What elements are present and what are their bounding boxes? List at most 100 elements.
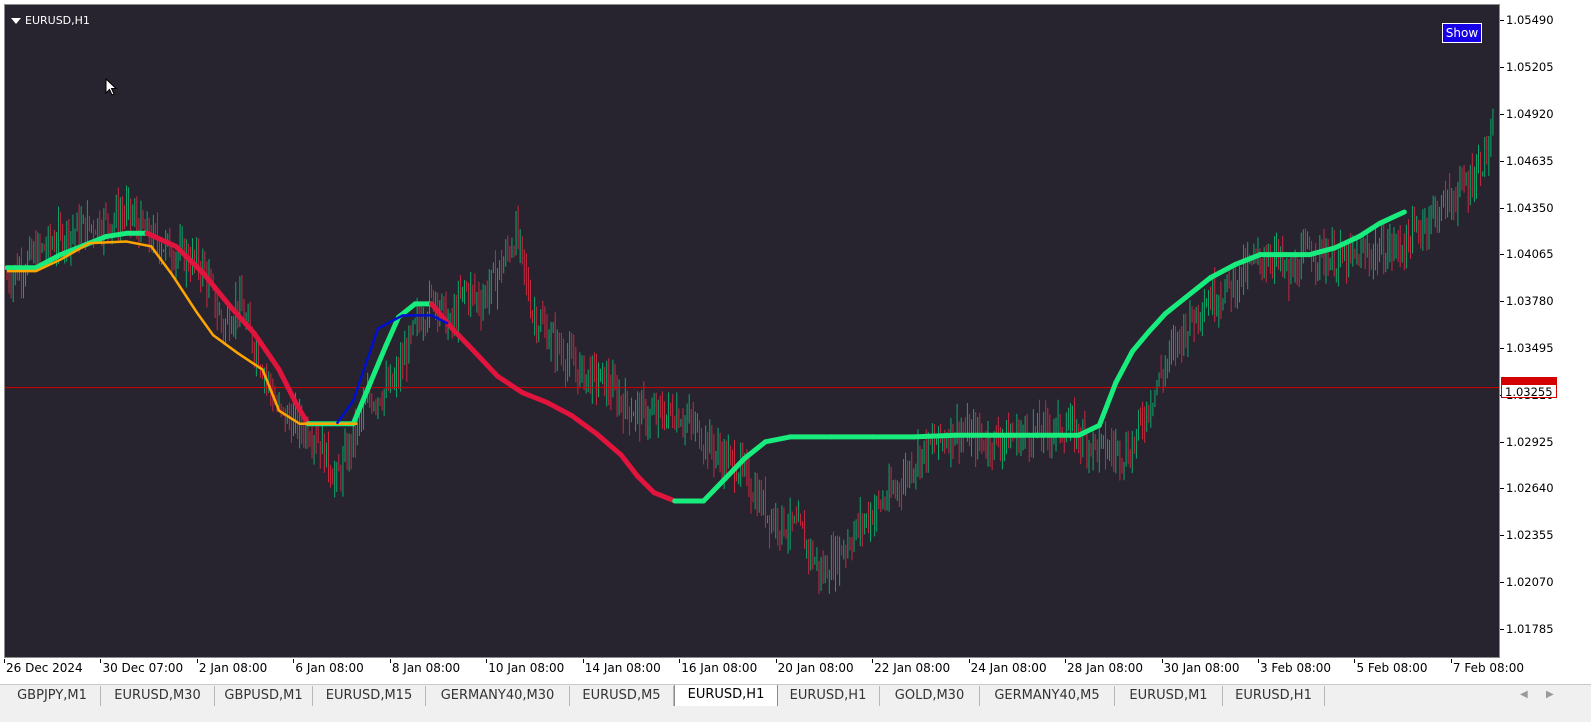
tab-germany40-m30[interactable]: GERMANY40,M30 <box>426 686 570 706</box>
trend-segment <box>618 452 641 479</box>
x-tick-mark <box>872 659 874 663</box>
x-tick-label: 30 Dec 07:00 <box>102 661 184 675</box>
tab-scroll-right-icon[interactable]: ▶ <box>1546 689 1554 700</box>
x-tick-mark <box>389 659 391 663</box>
x-tick-mark <box>196 659 198 663</box>
x-tick-mark <box>1257 659 1259 663</box>
tab-scroll-left-icon[interactable]: ◀ <box>1520 689 1528 700</box>
trend-segment <box>367 342 389 387</box>
trend-segment <box>1162 294 1189 317</box>
y-tick-label: 1.04635 <box>1506 153 1554 168</box>
tab-eurusd-m5[interactable]: EURUSD,M5 <box>570 686 674 706</box>
x-tick-label: 7 Feb 08:00 <box>1452 661 1524 675</box>
x-tick-mark <box>1065 659 1067 663</box>
y-tick-label: 1.02070 <box>1506 575 1554 590</box>
y-tick-mark <box>1500 628 1504 630</box>
price-axis[interactable]: 1.05490 1.05205 1.04920 1.04635 1.04350 1.040… <box>1500 0 1591 660</box>
tab-eurusd-m30[interactable]: EURUSD,M30 <box>101 686 215 706</box>
x-tick-label: 20 Jan 08:00 <box>777 661 854 675</box>
tab-eurusd-m1[interactable]: EURUSD,M1 <box>1115 686 1223 706</box>
x-tick-label: 22 Jan 08:00 <box>874 661 951 675</box>
symbol-text: EURUSD,H1 <box>25 14 90 27</box>
y-tick-mark <box>1500 20 1504 22</box>
trend-segment <box>1307 245 1337 258</box>
y-tick-label: 1.02355 <box>1506 528 1554 543</box>
trend-segment <box>1113 349 1135 386</box>
trend-segment <box>1146 311 1168 335</box>
y-tick-label: 1.04350 <box>1506 200 1554 215</box>
trend-segment <box>701 477 727 504</box>
x-tick-mark <box>1354 659 1356 663</box>
y-tick-mark <box>1500 535 1504 537</box>
trend-segment <box>593 431 624 458</box>
x-tick-mark <box>486 659 488 663</box>
y-tick-mark <box>1500 488 1504 490</box>
y-tick-label: 1.05490 <box>1506 13 1554 28</box>
trend-segment <box>544 399 575 419</box>
x-tick-label: 10 Jan 08:00 <box>488 661 565 675</box>
x-tick-label: 6 Jan 08:00 <box>295 661 364 675</box>
y-tick-mark <box>1500 301 1504 303</box>
trend-segment <box>1356 220 1383 240</box>
trend-segment <box>635 473 657 496</box>
trend-segment <box>569 413 599 437</box>
x-tick-mark <box>100 659 102 663</box>
chart-window[interactable]: EURUSD,H1 Show 1.05490 1.05205 1.04920 1.04… <box>0 0 1591 684</box>
x-tick-mark <box>1450 659 1452 663</box>
trend-segment <box>1076 422 1102 438</box>
x-tick-mark <box>582 659 584 663</box>
y-tick-mark <box>1500 160 1504 162</box>
trend-segment <box>276 367 299 405</box>
tab-eurusd-h1[interactable]: EURUSD,H1 <box>777 686 880 706</box>
x-tick-mark <box>4 659 5 663</box>
trend-segment <box>103 230 130 240</box>
tab-eurusd-h1[interactable]: EURUSD,H1 <box>674 685 778 708</box>
trend-segment <box>470 347 501 379</box>
trend-segment <box>1129 329 1152 355</box>
trend-segment <box>742 439 768 461</box>
status-bar <box>0 706 1591 722</box>
x-tick-label: 24 Jan 08:00 <box>970 661 1047 675</box>
y-tick-label: 1.03495 <box>1506 341 1554 356</box>
y-tick-mark <box>1500 582 1504 584</box>
x-tick-label: 8 Jan 08:00 <box>391 661 461 675</box>
mouse-cursor-icon <box>105 78 117 96</box>
x-tick-label: 2 Jan 08:00 <box>198 661 268 675</box>
x-tick-label: 28 Jan 08:00 <box>1067 661 1144 675</box>
tab-gbpusd-m1[interactable]: GBPUSD,M1 <box>215 686 313 706</box>
tab-gbpjpy-m1[interactable]: GBPJPY,M1 <box>4 686 101 706</box>
y-tick-mark <box>1500 207 1504 209</box>
trend-segment <box>651 490 678 504</box>
trend-segment <box>449 326 476 353</box>
x-tick-mark <box>775 659 777 663</box>
trend-segment <box>911 432 958 440</box>
tab-gold-m30[interactable]: GOLD,M30 <box>880 686 980 706</box>
x-tick-mark <box>968 659 970 663</box>
y-tick-mark <box>1500 254 1504 256</box>
time-axis[interactable]: 26 Dec 2024 30 Dec 07:00 2 Jan 08:00 6 Jan … <box>0 659 1524 681</box>
tab-germany40-m5[interactable]: GERMANY40,M5 <box>980 686 1115 706</box>
y-tick-label: 1.05205 <box>1506 60 1554 75</box>
trend-segment <box>519 390 550 405</box>
y-tick-label: 1.01785 <box>1506 621 1554 636</box>
tab-eurusd-h1[interactable]: EURUSD,H1 <box>1223 686 1325 706</box>
y-tick-mark <box>1500 114 1504 116</box>
current-price-tag: 1.03255 <box>1501 384 1557 399</box>
trend-segment <box>762 434 793 445</box>
x-tick-label: 26 Dec 2024 <box>6 661 83 675</box>
chart-canvas[interactable] <box>5 5 1499 657</box>
collapse-triangle-icon[interactable] <box>11 17 21 24</box>
y-tick-label: 1.04065 <box>1506 247 1554 262</box>
show-button[interactable]: Show <box>1442 23 1482 43</box>
trend-segment <box>1377 209 1407 226</box>
tab-eurusd-m15[interactable]: EURUSD,M15 <box>313 686 426 706</box>
symbol-label: EURUSD,H1 <box>11 14 90 27</box>
x-tick-label: 5 Feb 08:00 <box>1356 661 1428 675</box>
price-chart[interactable]: EURUSD,H1 Show <box>4 4 1500 658</box>
trend-segment <box>1096 380 1119 428</box>
x-tick-label: 16 Jan 08:00 <box>681 661 758 675</box>
chart-tab-bar: GBPJPY,M1 EURUSD,M30 GBPUSD,M1 EURUSD,M15 GE… <box>0 684 1591 708</box>
x-tick-label: 14 Jan 08:00 <box>584 661 661 675</box>
y-tick-label: 1.02640 <box>1506 481 1554 496</box>
x-tick-label: 3 Feb 08:00 <box>1259 661 1332 675</box>
